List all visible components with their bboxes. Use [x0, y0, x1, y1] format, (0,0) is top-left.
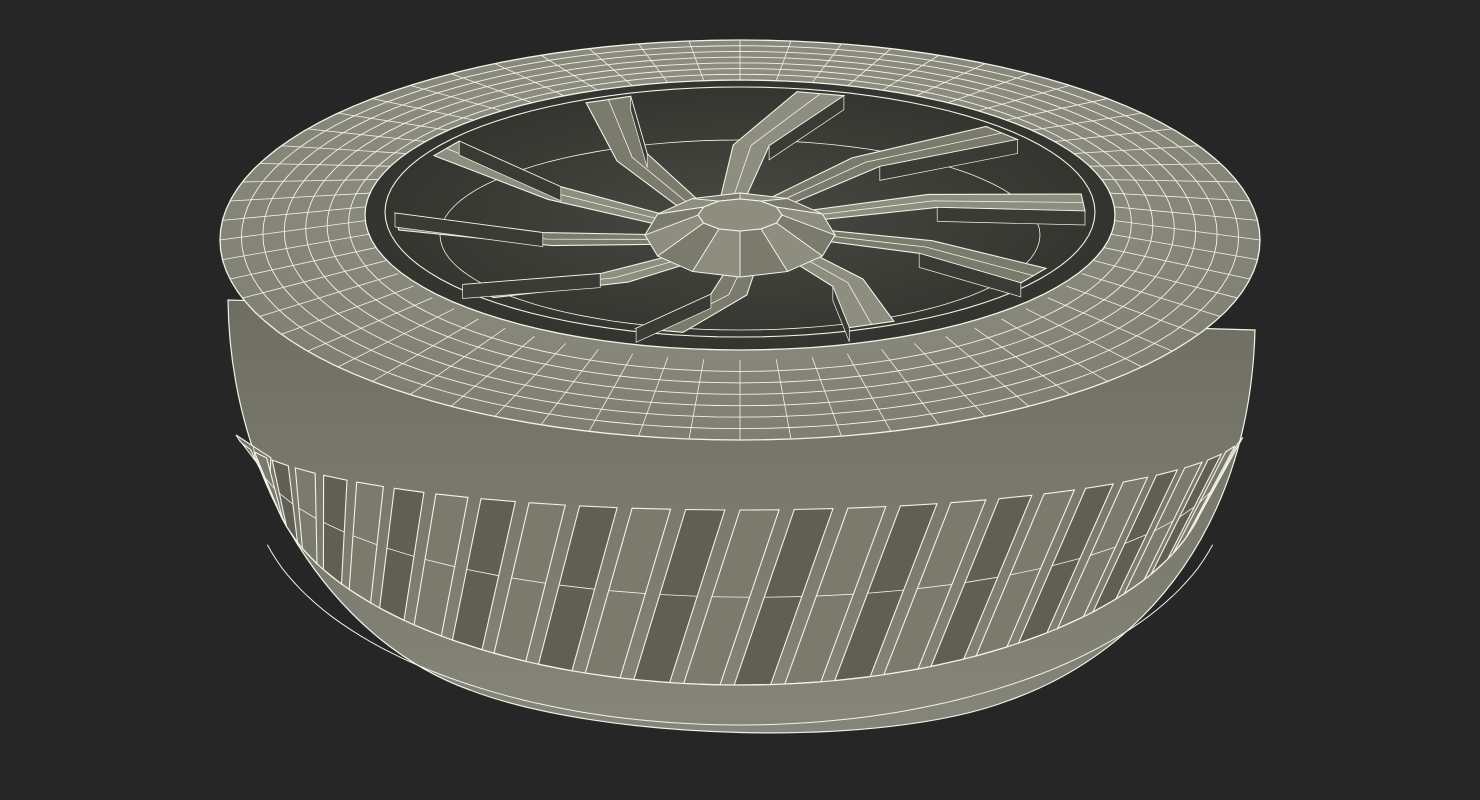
render-viewport: [0, 0, 1480, 800]
tread-block-edge: [711, 596, 750, 598]
tire-render: [219, 39, 1261, 734]
hub-top: [697, 198, 783, 232]
